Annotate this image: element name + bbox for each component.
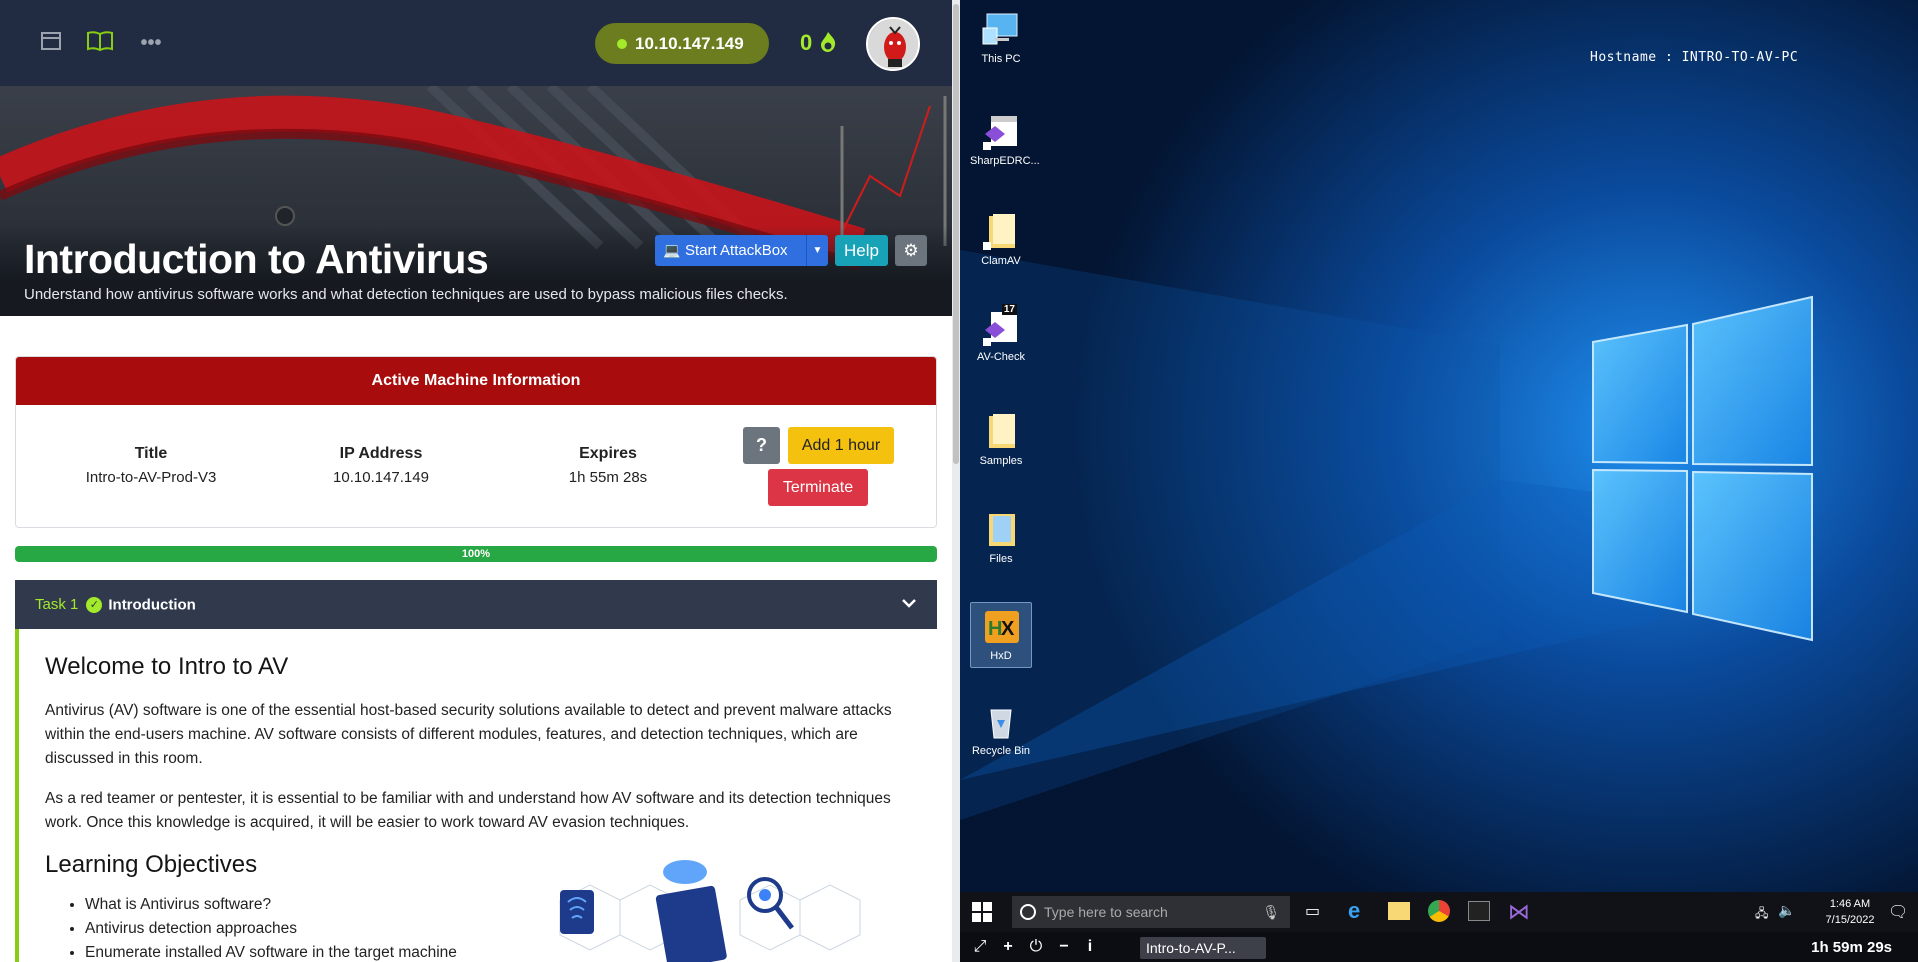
room-subtitle: Understand how antivirus software works … [24,286,788,303]
network-icon[interactable]: 🖧 [1755,904,1768,925]
icon-label: Samples [979,455,1023,467]
add-hour-button[interactable]: Add 1 hour [788,427,894,464]
antivirus-illustration [559,860,861,962]
clamav-folder-icon[interactable]: ClamAV [970,212,1032,267]
session-name[interactable]: Intro-to-AV-P... [1140,937,1266,959]
samples-folder-icon[interactable]: Samples [970,412,1032,467]
session-timer: 1h 59m 29s [1811,939,1892,956]
col-value: 1h 55m 28s [568,469,648,486]
machine-help-button[interactable]: ? [743,427,780,464]
gear-icon[interactable]: ⚙ [895,235,927,266]
room-banner: Introduction to Antivirus Understand how… [0,86,952,316]
desktop-wallpaper [960,0,1918,892]
top-navbar: ••• 10.10.147.149 0 [0,0,952,86]
files-folder-icon[interactable]: Files [970,510,1032,565]
status-dot-icon [617,39,627,49]
help-button[interactable]: Help [835,235,888,266]
task-header[interactable]: Task 1 ✓ Introduction [15,580,937,629]
machine-title-col: Title Intro-to-AV-Prod-V3 [41,445,261,486]
sharpedrchecker-icon[interactable]: SharpEDRC... [970,112,1040,167]
cortana-icon [1020,904,1036,920]
room-title: Introduction to Antivirus [24,236,489,282]
icon-label: SharpEDRC... [970,155,1040,167]
power-icon[interactable]: ⏻ [1026,937,1046,957]
windows-taskbar: Type here to search 🎙 ▭ e ⋈ 🖧 🔈 1:46 AM … [960,892,1918,932]
windows-start-icon[interactable] [972,902,992,927]
room-progress-bar: 100% [15,546,937,562]
flame-icon [821,32,836,52]
taskbar-search[interactable]: Type here to search 🎙 [1012,896,1290,928]
machine-ip-pill[interactable]: 10.10.147.149 [595,23,769,64]
minus-icon[interactable]: − [1054,937,1074,957]
icon-label: HxD [990,650,1012,662]
more-icon[interactable]: ••• [138,30,164,56]
machine-ip: 10.10.147.149 [635,34,744,53]
microphone-icon[interactable]: 🎙 [1262,896,1280,928]
icon-label: AV-Check [976,351,1026,363]
hxd-icon[interactable]: HX HxD [970,602,1032,668]
svg-text:X: X [1001,618,1015,640]
search-placeholder: Type here to search [1044,904,1168,920]
edge-icon[interactable]: e [1348,898,1360,924]
this-pc-icon[interactable]: This PC [970,10,1032,65]
notifications-icon[interactable]: 🗨 [1888,902,1908,922]
col-label: IP Address [339,445,423,462]
laptop-icon: 💻 [663,242,681,258]
remote-desktop: Hostname : INTRO-TO-AV-PC This PC SharpE… [960,0,1918,962]
chevron-down-icon[interactable] [901,580,917,629]
machine-expires-col: Expires 1h 55m 28s [498,445,718,486]
task-paragraph: As a red teamer or pentester, it is esse… [45,790,891,831]
volume-icon[interactable]: 🔈 [1778,902,1795,919]
fullscreen-icon[interactable]: ⤢ [970,937,990,957]
machine-ip-col: IP Address 10.10.147.149 [271,445,491,486]
pane-scrollbar[interactable] [952,0,960,962]
visual-studio-icon[interactable]: ⋈ [1508,899,1530,925]
version-badge: 17 [1001,304,1017,315]
clock-time: 1:46 AM [1829,898,1871,910]
start-attackbox-button[interactable]: 💻 Start AttackBox ▼ [655,235,828,266]
remote-toolbar: ⤢ + ⏻ − i Intro-to-AV-P... 1h 59m 29s [960,932,1918,962]
task-paragraph: Antivirus (AV) software is one of the es… [45,702,892,767]
icon-label: ClamAV [981,255,1021,267]
icon-label: Recycle Bin [971,745,1031,757]
task-name: Introduction [108,596,196,614]
avatar[interactable] [866,17,920,71]
active-machine-card: Active Machine Information Title Intro-t… [15,356,937,528]
file-explorer-icon[interactable] [1388,902,1410,920]
task-view-icon[interactable]: ▭ [1305,901,1320,921]
task-heading: Welcome to Intro to AV [45,653,289,680]
col-value: Intro-to-AV-Prod-V3 [85,469,217,486]
window-icon[interactable] [38,30,64,56]
task-number: Task 1 [35,596,79,613]
terminal-icon[interactable] [1468,901,1490,921]
card-heading: Active Machine Information [16,357,936,405]
book-icon[interactable] [86,30,113,56]
attackbox-label: Start AttackBox [685,242,788,259]
clock-date: 7/15/2022 [1825,914,1875,926]
icon-label: Files [989,553,1013,565]
check-icon: ✓ [86,597,103,614]
streak-count: 0 [800,30,813,55]
system-clock[interactable]: 1:46 AM 7/15/2022 [1820,896,1880,928]
room-pane: ••• 10.10.147.149 0 Introduction to Anti… [0,0,952,962]
info-icon[interactable]: i [1080,937,1100,957]
col-value: 10.10.147.149 [333,469,429,486]
caret-down-icon[interactable]: ▼ [806,235,828,266]
recycle-bin-icon[interactable]: Recycle Bin [970,702,1032,757]
plus-icon[interactable]: + [998,937,1018,957]
col-label: Expires [579,445,637,462]
terminate-button[interactable]: Terminate [768,469,868,506]
icon-label: This PC [981,53,1021,65]
progress-fill: 100% [15,546,937,562]
streak-counter[interactable]: 0 [800,30,838,56]
col-label: Title [134,445,168,462]
hostname-label: Hostname : INTRO-TO-AV-PC [1590,50,1799,65]
av-check-icon[interactable]: 17 AV-Check [970,304,1032,363]
chrome-icon[interactable] [1428,900,1450,922]
